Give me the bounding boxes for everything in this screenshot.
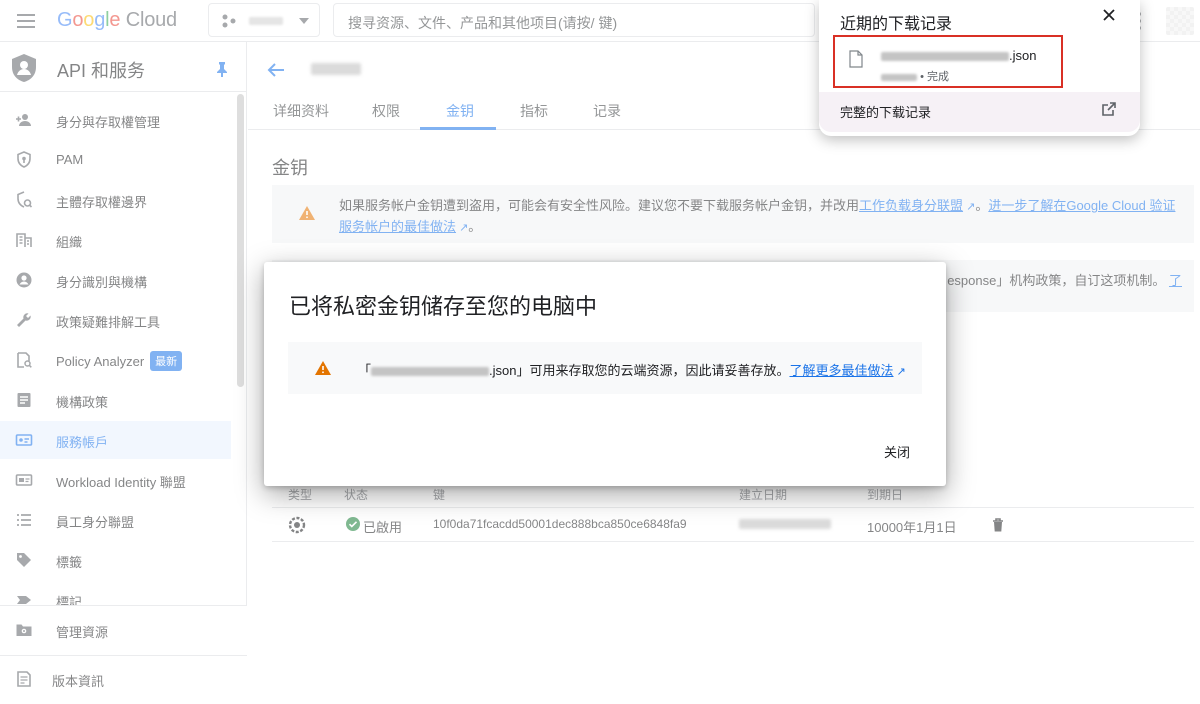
full-download-history[interactable]: 完整的下载记录: [819, 92, 1140, 132]
best-practices-link[interactable]: 了解更多最佳做法: [789, 363, 893, 378]
full-history-label: 完整的下载记录: [840, 105, 932, 120]
downloads-title: 近期的下载记录: [840, 16, 953, 33]
filename-redacted: [881, 52, 1009, 62]
warning-icon: [315, 361, 331, 375]
open-in-new-icon: ↗: [893, 366, 906, 378]
open-in-new-icon: [1101, 101, 1117, 117]
file-extension: .json: [1009, 48, 1037, 63]
download-status: • 完成: [920, 71, 949, 83]
dialog-warning: 「.json」可用来存取您的云端资源，因此请妥善存放。了解更多最佳做法 ↗: [288, 342, 922, 394]
download-item[interactable]: .json • 完成: [833, 35, 1063, 88]
downloads-popup: 近期的下载记录 .json • 完成 完整的下载记录: [819, 0, 1140, 136]
close-icon[interactable]: [1102, 8, 1116, 22]
filename-redacted: [371, 367, 490, 377]
dialog-title: 已将私密金钥储存至您的电脑中: [289, 294, 598, 319]
private-key-saved-dialog: 已将私密金钥储存至您的电脑中 「.json」可用来存取您的云端资源，因此请妥善存…: [264, 262, 946, 486]
close-button[interactable]: 关闭: [884, 442, 910, 461]
file-icon: [849, 50, 863, 68]
file-size-redacted: [881, 73, 917, 81]
